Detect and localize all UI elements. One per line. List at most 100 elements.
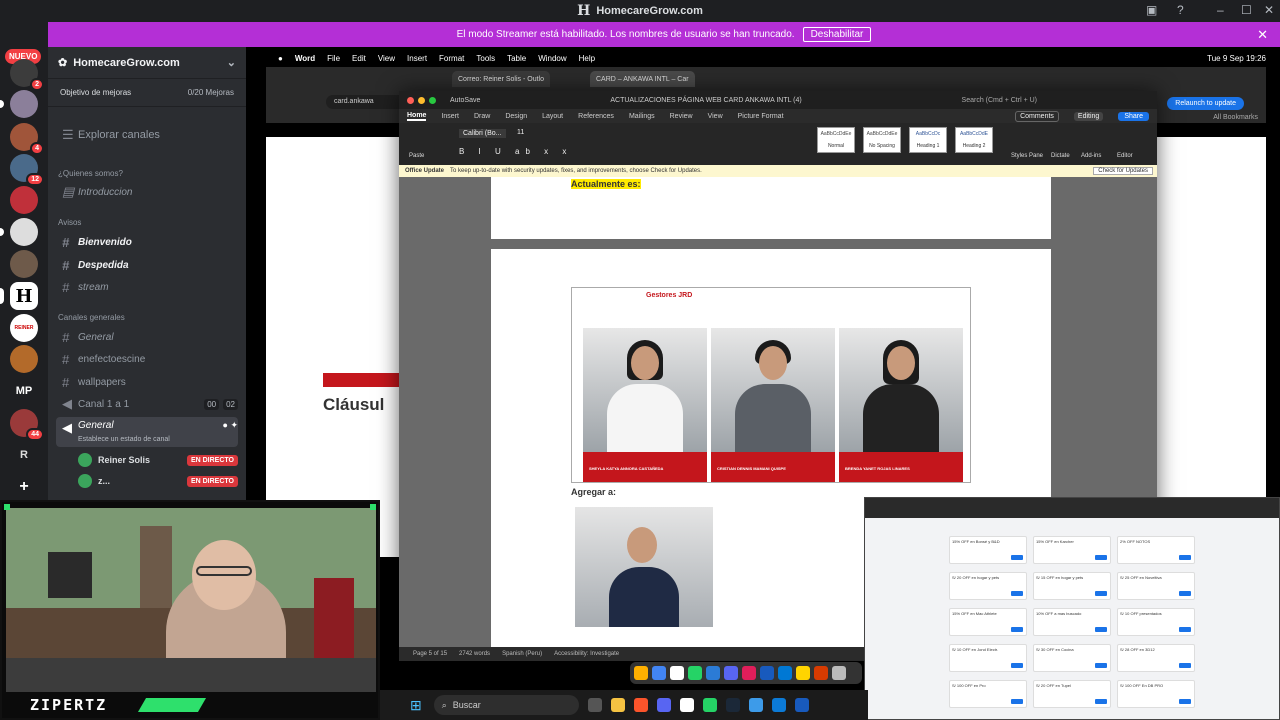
coupon-button[interactable] [1095,555,1107,560]
explore-channels[interactable]: ☰ Explorar canales [56,125,238,145]
channel-stream[interactable]: # stream [56,277,238,297]
steam-icon[interactable] [725,698,740,712]
server-homecaregrow[interactable]: H [10,282,38,310]
page-count[interactable]: Page 5 of 15 [413,651,447,657]
editor-button[interactable]: Editor [1117,153,1133,159]
coupon-card[interactable]: S/ 10 OFF en Jond Electr. [949,644,1027,672]
coupon-button[interactable] [1011,591,1023,596]
slack-icon[interactable] [742,666,756,680]
format-buttons-icon[interactable]: B I U ab x x [459,147,572,156]
language[interactable]: Spanish (Peru) [502,651,542,657]
editing-button[interactable]: Editing [1073,111,1104,121]
channel-despedida[interactable]: # Despedida [56,255,238,275]
dictate-button[interactable]: Dictate [1051,153,1070,159]
coupon-card[interactable]: S/ 15 OFF en hogar y pets [1033,572,1111,600]
notion-icon[interactable] [679,698,694,712]
style-no-spacing[interactable]: AaBbCcDdEe No Spacing [863,127,901,153]
voice-channel-canal1[interactable]: ◀ Canal 1 a 1 00 02 [56,394,238,414]
font-size-select[interactable]: 11 [517,129,524,136]
menu-window[interactable]: Window [538,54,566,63]
server-icon-7[interactable] [10,250,38,278]
coupon-card[interactable]: 10% OFF a mas buscado [1033,608,1111,636]
coupon-button[interactable] [1011,663,1023,668]
coupon-card[interactable]: S/ 100 OFF en Pro [949,680,1027,708]
outlook-icon[interactable] [778,666,792,680]
server-icon-5[interactable] [10,186,38,214]
tab-draw[interactable]: Draw [474,113,490,120]
style-heading-2[interactable]: AaBbCcDdE Heading 2 [955,127,993,153]
share-button[interactable]: Share [1118,111,1149,121]
coupon-button[interactable] [1179,627,1191,632]
coupon-button[interactable] [1095,591,1107,596]
category-quienes[interactable]: ¿Quienes somos? [58,169,123,178]
coupon-button[interactable] [1179,663,1191,668]
menu-insert[interactable]: Insert [407,54,427,63]
channel-wallpapers[interactable]: # wallpapers [56,372,238,392]
coupon-card[interactable]: 15% OFF en Bonsé y B&D [949,536,1027,564]
whatsapp-icon[interactable] [702,698,717,712]
zoom-dot-icon[interactable] [429,96,436,104]
server-icon-3[interactable]: 4 [10,123,44,155]
inbox-icon[interactable]: ▣ [1146,3,1157,17]
menu-word[interactable]: Word [295,54,315,63]
app-icon[interactable] [634,666,648,680]
browser-tab-card[interactable]: CARD – ANKAWA INTL – Car [590,71,695,87]
menu-format[interactable]: Format [439,54,464,63]
server-r[interactable]: R [10,441,38,469]
app-icon[interactable] [832,666,846,680]
coupon-button[interactable] [1095,699,1107,704]
tab-home[interactable]: Home [407,112,427,121]
task-view-icon[interactable] [587,698,602,712]
app-icon[interactable] [706,666,720,680]
check-updates-button[interactable]: Check for Updates [1093,167,1153,175]
notes-icon[interactable] [796,666,810,680]
notion-icon[interactable] [670,666,684,680]
all-bookmarks[interactable]: All Bookmarks [1213,114,1258,121]
boost-goal[interactable]: Objetivo de mejoras 0/20 Mejoras [48,79,246,107]
tab-review[interactable]: Review [670,113,693,120]
coupon-card[interactable]: 15% OFF en Mac Athlete [949,608,1027,636]
channel-bienvenido[interactable]: # Bienvenido [56,232,238,252]
tab-design[interactable]: Design [505,113,527,120]
server-icon-11[interactable]: 44 [10,409,44,441]
chat-icon[interactable]: ● ✦ [223,420,238,431]
server-header[interactable]: ✿ HomecareGrow.com ⌄ [48,47,246,79]
font-select[interactable]: Calibri (Bo... [459,129,506,138]
tab-view[interactable]: View [708,113,723,120]
coupon-card[interactable]: S/ 25 OFF en Noveltiva [1117,572,1195,600]
coupon-button[interactable] [1095,627,1107,632]
channel-general[interactable]: # General [56,327,238,347]
minimize-icon[interactable]: – [1217,3,1224,17]
disable-streamer-button[interactable]: Deshabilitar [802,27,872,42]
file-explorer-icon[interactable] [610,698,625,712]
edge-icon[interactable] [771,698,786,712]
browser-tab-outlook[interactable]: Correo: Reiner Solis - Outlo [452,71,550,87]
minimize-dot-icon[interactable] [418,96,425,104]
coupon-button[interactable] [1011,627,1023,632]
coupon-card[interactable]: S/ 30 OFF en Cocina [1033,644,1111,672]
close-dot-icon[interactable] [407,96,414,104]
server-mp[interactable]: MP [10,377,38,405]
category-generales[interactable]: Canales generales [58,313,125,322]
chrome-icon[interactable] [652,666,666,680]
apple-icon[interactable]: ● [278,54,283,63]
coupon-button[interactable] [1179,699,1191,704]
tab-layout[interactable]: Layout [542,113,563,120]
word-count[interactable]: 2742 words [459,651,490,657]
maximize-icon[interactable]: ☐ [1241,3,1252,17]
menu-edit[interactable]: Edit [352,54,366,63]
channel-introduccion[interactable]: ▤ Introduccion [56,182,238,202]
menu-help[interactable]: Help [579,54,595,63]
server-icon-6[interactable] [10,218,38,246]
whatsapp-icon[interactable] [688,666,702,680]
category-avisos[interactable]: Avisos [58,218,81,227]
voice-status[interactable]: Establece un estado de canal [78,436,170,443]
menu-table[interactable]: Table [507,54,526,63]
add-ins-button[interactable]: Add-ins [1081,153,1101,159]
coupon-card[interactable]: 2% OFF NOTOS [1117,536,1195,564]
menu-tools[interactable]: Tools [476,54,495,63]
coupon-card[interactable]: S/ 100 OFF En DB PRO [1117,680,1195,708]
coupon-button[interactable] [1179,591,1191,596]
coupon-card[interactable]: S/ 28 OFF en 3D12 [1117,644,1195,672]
windows-start-icon[interactable]: ⊞ [410,697,422,714]
